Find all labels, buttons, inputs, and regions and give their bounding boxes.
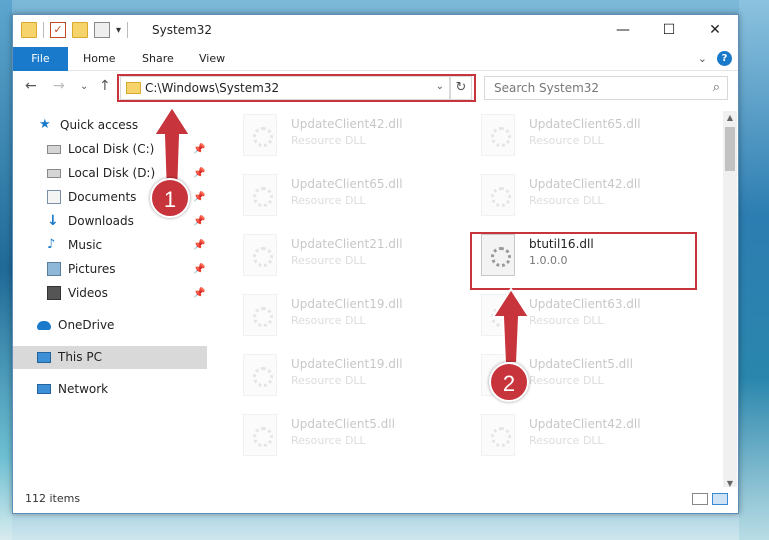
step-badge-2: 2 <box>489 362 529 402</box>
arrow-2 <box>491 287 531 364</box>
step-badge-1: 1 <box>150 178 190 218</box>
annotation-layer <box>152 105 531 364</box>
